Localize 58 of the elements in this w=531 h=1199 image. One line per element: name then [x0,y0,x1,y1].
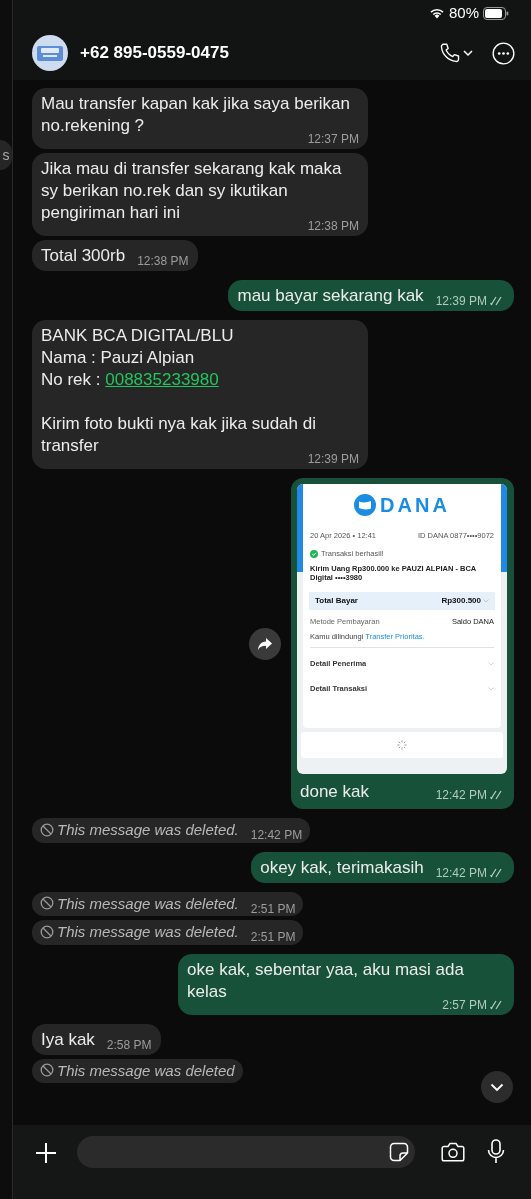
scroll-down-button[interactable] [481,1071,513,1103]
chevron-down-icon [488,686,494,691]
add-icon[interactable] [35,1142,57,1164]
total-label: Total Bayar [315,594,359,607]
microphone-icon[interactable] [487,1139,505,1164]
message-time: 12:39 PM [435,294,487,308]
total-amount: Rp300.500 [441,594,481,607]
message-text: done kak [300,782,369,801]
blocked-icon [40,822,54,837]
contact-avatar[interactable] [32,35,68,71]
forward-button[interactable] [249,627,281,660]
message-text: mau bayar sekarang kak [237,285,424,307]
blocked-icon [40,924,54,939]
message-text: Iya kak [41,1028,95,1051]
message-text: Jika mau di transfer sekarang kak maka sy berikan no.rek dan sy ikutikan pengiriman hari ini [41,158,342,222]
receipt-screenshot[interactable] [297,484,507,774]
deleted-message-text: This message was deleted [57,1060,235,1080]
wallet-logo-icon [354,494,377,516]
logo-text: DANA [380,495,450,515]
message-text: okey kak, terimakasih [260,856,424,879]
battery-percentage: 80% [448,2,479,23]
chevron-down-icon [463,49,473,57]
sidebar-item[interactable]: s [0,140,12,170]
message-input[interactable] [77,1136,415,1168]
contact-name[interactable]: +62 895-0559-0475 [80,40,229,66]
forward-icon [257,636,273,651]
loading-spinner-icon [397,740,407,750]
call-button[interactable] [439,42,473,64]
message-time: 12:42 PM [435,788,487,802]
more-options-icon[interactable] [492,41,515,65]
sticker-icon[interactable] [389,1142,409,1162]
message-time: 12:42 PM [250,828,303,842]
chevron-down-icon [488,661,494,666]
message-text: Mau transfer kapan kak jika saya berikan no.rekening ? [41,93,350,135]
message-time: 12:38 PM [307,219,359,233]
message-time: 2:58 PM [106,1037,152,1052]
phone-icon [439,42,461,64]
blocked-icon [40,896,54,910]
success-check-icon [310,549,318,558]
account-number-link[interactable]: 008835233980 [105,370,219,389]
message-time: 12:37 PM [307,132,359,146]
blocked-icon [40,1063,54,1077]
message-time: 2:51 PM [250,901,296,916]
chevron-down-icon [483,598,489,603]
battery-icon [483,6,509,20]
message-time: 12:39 PM [307,452,359,466]
deleted-message-text: This message was deleted. [57,820,239,839]
deleted-message-text: This message was deleted. [57,893,239,913]
camera-icon[interactable] [441,1142,465,1162]
chevron-down-icon [490,1082,504,1092]
message-time: 12:38 PM [137,254,189,268]
message-text: Total 300rb [41,245,126,267]
message-time: 12:42 PM [435,865,487,880]
store-logo-icon [37,44,63,62]
deleted-message-text: This message was deleted. [57,922,239,941]
wifi-icon [428,7,445,19]
message-time: 2:51 PM [250,930,296,944]
message-text: BANK BCA DIGITAL/BLU Nama : Pauzi Alpian No rek : 008835233980 Kirim foto bukti nya kak jika sudah di transfer [41,325,316,455]
